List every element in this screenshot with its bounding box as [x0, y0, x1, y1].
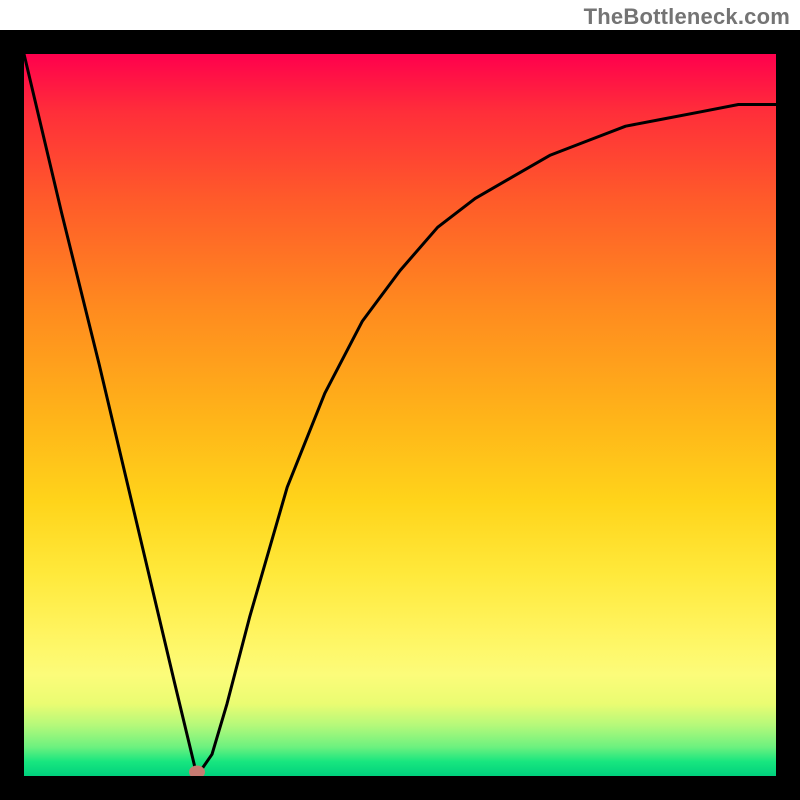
chart-stage: TheBottleneck.com [0, 0, 800, 800]
plot-area [24, 54, 776, 776]
bottleneck-curve [24, 54, 776, 776]
minimum-marker-icon [189, 766, 205, 777]
watermark-text: TheBottleneck.com [584, 4, 790, 30]
